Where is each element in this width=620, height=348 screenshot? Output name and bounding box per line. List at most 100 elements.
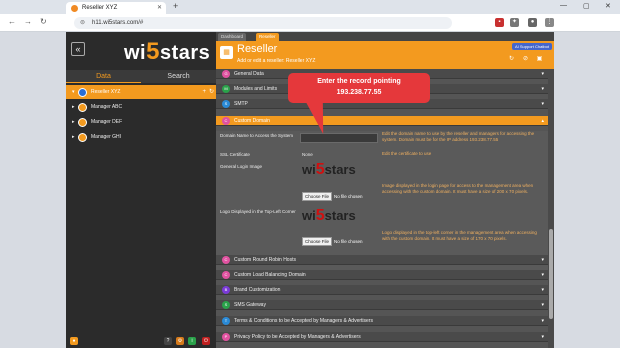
extensions-puzzle-icon[interactable]: ✦ [510,18,519,27]
ssl-label: SSL Certificate [220,152,250,157]
expand-node-icon[interactable]: ▸ [72,115,75,129]
forward-icon[interactable]: → [24,17,32,26]
new-tab-icon[interactable]: + [173,1,178,11]
ssl-select[interactable]: None [302,152,313,157]
logo-top-help: Logo displayed in the top-left corner in… [382,230,537,241]
profile-icon[interactable]: ● [528,18,537,27]
tree-item-manager[interactable]: ▸ Manager ABC [66,100,216,114]
page-header: ▦ Reseller Add or edit a reseller: Resel… [216,41,554,69]
section-icon: T [222,317,230,325]
section-label: Privacy Policy to be Accepted by Manager… [234,334,361,340]
scrollbar[interactable] [548,69,554,348]
help-icon[interactable]: ? [164,337,172,345]
menu-icon[interactable]: ⋮ [545,18,554,27]
chevron-down-icon: ▾ [541,302,544,308]
close-tab-icon[interactable]: ✕ [157,2,162,14]
tab-data[interactable]: Data [66,70,141,83]
logo-top-preview: wi5stars [302,207,372,225]
minimize-icon[interactable]: — [560,2,567,9]
close-window-icon[interactable]: ✕ [605,2,611,10]
collapse-sidebar-button[interactable]: « [71,42,85,56]
browser-tab-title: Reseller XYZ [82,5,118,11]
chevron-down-icon: ▾ [541,257,544,263]
login-image-label: General Login Image [220,164,263,169]
section-icon: P [222,333,230,341]
chevron-down-icon: ▾ [541,287,544,293]
screen: Reseller XYZ ✕ + — ▢ ✕ ← → ↻ ⊜ h11.wi5st… [0,0,620,348]
section-brand[interactable]: B Brand Customization ▾ [216,285,548,295]
save-button[interactable]: ▣ [534,55,545,64]
section-icon: C [222,256,230,264]
expand-node-icon[interactable]: ▸ [72,100,75,114]
reseller-icon [78,88,87,97]
chevron-down-icon: ▾ [541,334,544,340]
manager-icon [78,133,87,142]
logo-top-file-input[interactable]: Choose File No file chosen [302,237,363,246]
chevron-down-icon: ▾ [541,71,544,77]
manager-icon [78,103,87,112]
browser-tabstrip: Reseller XYZ ✕ + — ▢ ✕ [0,0,620,14]
tree-item-manager[interactable]: ▸ Manager DEF [66,115,216,129]
back-icon[interactable]: ← [8,17,16,26]
site-favicon-icon [71,5,78,12]
section-icon: G [222,70,230,78]
section-label: Custom Domain [234,118,270,124]
section-load-balancing[interactable]: C Custom Load Balancing Domain ▾ [216,270,548,280]
login-image-help: Image displayed in the login page for ac… [382,183,534,194]
settings-icon[interactable]: ⚙ [176,337,184,345]
section-sms[interactable]: S SMS Gateway ▾ [216,300,548,310]
section-label: Modules and Limits [234,86,278,92]
info-icon[interactable]: i [188,337,196,345]
collapse-node-icon[interactable]: ▾ [72,85,75,99]
section-icon: B [222,286,230,294]
refresh-button[interactable]: ↻ [506,55,517,64]
domain-input[interactable] [300,133,378,143]
expand-node-icon[interactable]: ▸ [72,130,75,144]
custom-domain-form: Domain Name to Access the System Edit th… [216,131,548,275]
browser-tab[interactable]: Reseller XYZ ✕ [66,2,166,14]
section-icon: S [222,301,230,309]
section-icon: M [222,85,230,93]
extension-icon[interactable]: ▪ [495,18,504,27]
section-label: Terms & Conditions to be Accepted by Man… [234,318,373,324]
section-terms[interactable]: T Terms & Conditions to be Accepted by M… [216,316,548,326]
tree-item-label: Manager DEF [91,119,123,125]
brand-logo: wi5stars [124,38,211,65]
address-bar[interactable]: ⊜ h11.wi5stars.com/# [74,17,452,29]
login-image-file-input[interactable]: Choose File No file chosen [302,192,363,201]
section-label: SMS Gateway [234,302,266,308]
maximize-icon[interactable]: ▢ [583,2,590,10]
callout-line-2: 193.238.77.55 [336,89,382,96]
scrollbar-thumb[interactable] [549,229,553,319]
manager-icon [78,118,87,127]
sidebar: « wi5stars Data Search ▾ Reseller XYZ + … [66,32,216,348]
refresh-icon[interactable]: ↻ [209,85,214,99]
user-icon[interactable]: ● [70,337,78,345]
tree-item-reseller[interactable]: ▾ Reseller XYZ + ↻ [66,85,216,99]
section-label: Custom Load Balancing Domain [234,272,306,278]
tab-reseller[interactable]: Reseller [256,33,279,41]
section-label: Brand Customization [234,287,281,293]
login-image-preview: wi5stars [302,161,372,179]
section-custom-domain[interactable]: C Custom Domain ▴ [216,116,548,126]
chevron-down-icon: ▾ [541,101,544,107]
tab-dashboard[interactable]: Dashboard [218,33,247,41]
tab-search[interactable]: Search [141,70,216,83]
delete-button[interactable]: ⊘ [520,55,531,64]
tree-item-label: Manager GHI [91,134,122,140]
section-label: General Data [234,71,264,77]
logout-icon[interactable]: ⏻ [202,337,210,345]
chevron-up-icon: ▴ [541,118,544,124]
annotation-callout: Enter the record pointing 193.238.77.55 [288,73,430,103]
reload-icon[interactable]: ↻ [40,17,47,26]
tree-item-manager[interactable]: ▸ Manager GHI [66,130,216,144]
add-icon[interactable]: + [202,85,206,99]
section-round-robin[interactable]: C Custom Round Robin Hosts ▾ [216,255,548,265]
ai-chatbot-button[interactable]: AI Support Chatbot [511,43,552,50]
section-privacy[interactable]: P Privacy Policy to be Accepted by Manag… [216,332,548,342]
domain-label: Domain Name to Access the System [220,133,294,138]
section-icon: C [222,271,230,279]
page-subtitle: Add or edit a reseller: Reseller XYZ [237,58,316,64]
site-info-icon[interactable]: ⊜ [80,17,85,29]
callout-line-1: Enter the record pointing [317,78,401,85]
